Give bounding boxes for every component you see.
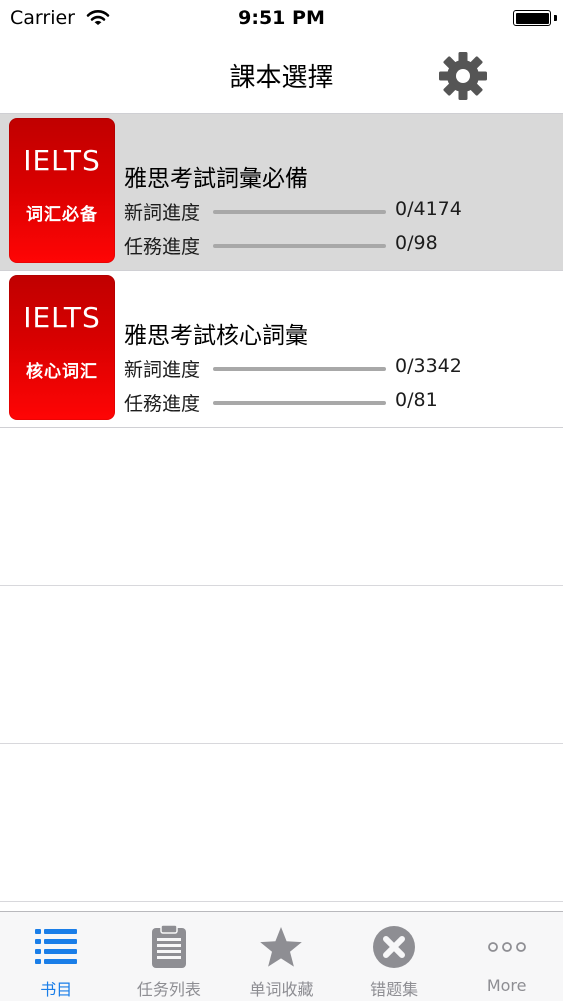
book-title: 雅思考試核心詞彙 <box>124 323 308 349</box>
progress-count: 0/98 <box>395 232 438 254</box>
book-title: 雅思考試詞彙必備 <box>124 166 308 192</box>
book-cover: IELTS 词汇必备 <box>9 118 115 263</box>
cover-title: IELTS <box>23 144 101 177</box>
tab-task-list[interactable]: 任务列表 <box>113 912 226 1001</box>
gear-icon[interactable] <box>437 50 489 102</box>
tab-bar: 书目 任务列表 单词收藏 错题集 More <box>0 911 563 1001</box>
progress-bar <box>213 367 386 371</box>
star-icon <box>260 927 303 967</box>
new-words-progress: 新詞進度 0/3342 <box>124 355 544 381</box>
book-cover: IELTS 核心词汇 <box>9 275 115 420</box>
tab-mistakes[interactable]: 错题集 <box>338 912 451 1001</box>
cover-subtitle: 核心词汇 <box>26 362 98 382</box>
close-circle-icon <box>373 926 416 968</box>
progress-bar <box>213 244 386 248</box>
progress-count: 0/4174 <box>395 198 462 220</box>
progress-label: 任務進度 <box>124 236 201 258</box>
empty-row <box>0 744 563 902</box>
cover-subtitle: 词汇必备 <box>26 205 98 225</box>
new-words-progress: 新詞進度 0/4174 <box>124 198 544 224</box>
book-list: IELTS 词汇必备 雅思考試詞彙必備 新詞進度 0/4174 任務進度 0/9… <box>0 114 563 902</box>
tab-label: More <box>486 976 527 995</box>
empty-row <box>0 428 563 586</box>
tab-label: 单词收藏 <box>249 980 314 999</box>
tab-more[interactable]: More <box>450 912 563 1001</box>
battery-tip <box>554 15 557 21</box>
empty-row <box>0 586 563 744</box>
list-icon <box>35 929 78 964</box>
tab-label: 书目 <box>40 980 73 999</box>
progress-bar <box>213 401 386 405</box>
clipboard-icon <box>151 924 186 968</box>
tab-label: 错题集 <box>370 980 419 999</box>
tab-label: 任务列表 <box>136 980 201 999</box>
tasks-progress: 任務進度 0/98 <box>124 232 544 258</box>
tab-word-favorites[interactable]: 单词收藏 <box>225 912 338 1001</box>
cover-title: IELTS <box>23 301 101 334</box>
progress-label: 新詞進度 <box>124 359 201 381</box>
progress-bar <box>213 210 386 214</box>
progress-count: 0/3342 <box>395 355 462 377</box>
progress-label: 任務進度 <box>124 393 201 415</box>
tasks-progress: 任務進度 0/81 <box>124 389 544 415</box>
tab-books[interactable]: 书目 <box>0 912 113 1001</box>
status-bar: Carrier 9:51 PM <box>0 0 563 40</box>
progress-label: 新詞進度 <box>124 202 201 224</box>
book-row[interactable]: IELTS 核心词汇 雅思考試核心詞彙 新詞進度 0/3342 任務進度 0/8… <box>0 271 563 428</box>
navigation-bar: 課本選擇 <box>0 40 563 114</box>
progress-count: 0/81 <box>395 389 438 411</box>
more-icon <box>487 942 526 952</box>
battery-icon <box>513 10 551 26</box>
book-row[interactable]: IELTS 词汇必备 雅思考試詞彙必備 新詞進度 0/4174 任務進度 0/9… <box>0 114 563 271</box>
status-time: 9:51 PM <box>238 7 325 29</box>
